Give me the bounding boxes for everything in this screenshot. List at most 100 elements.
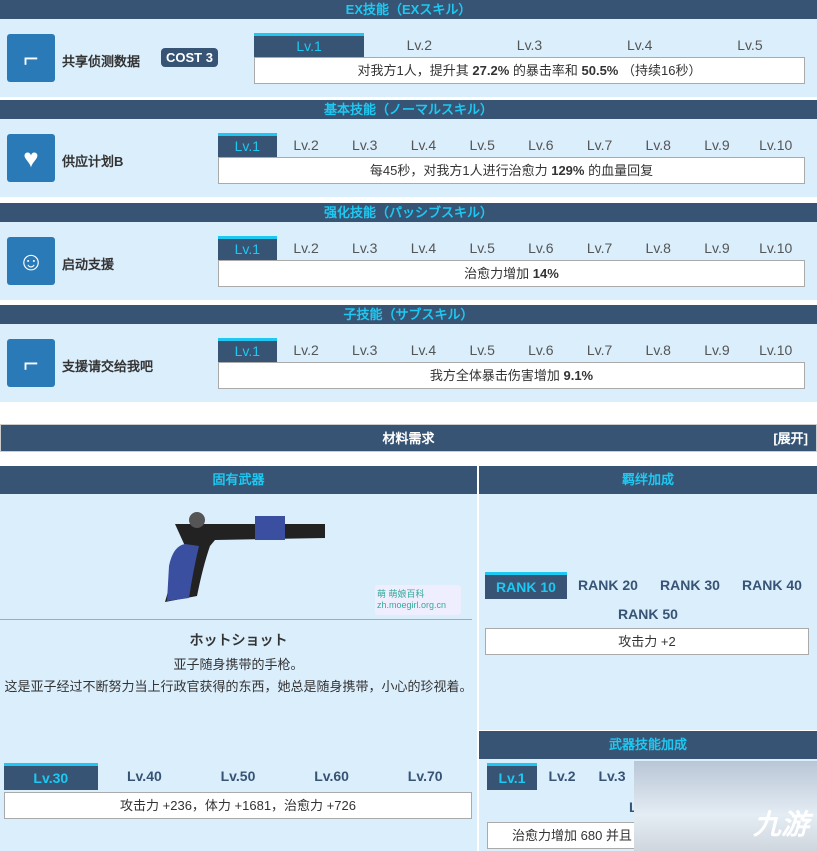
level-tab[interactable]: Lv.70 [378,763,472,790]
level-tab[interactable]: Lv.7 [570,338,629,362]
materials-toggle[interactable]: [展开] [773,425,808,453]
level-tab[interactable]: Lv.3 [335,236,394,260]
weapon-panel: 萌 萌娘百科 zh.moegirl.org.cn ホットショット 亚子随身携带的… [0,494,477,851]
level-tab[interactable]: Lv.8 [629,133,688,157]
level-tab[interactable]: Lv.1 [218,133,277,157]
skill-description: 治愈力增加 14% [218,260,805,287]
skill-value: 27.2% [472,63,510,78]
level-tab[interactable]: Lv.2 [277,338,336,362]
level-tab[interactable]: Lv.8 [629,338,688,362]
level-tab[interactable]: Lv.10 [746,338,805,362]
level-tab[interactable]: Lv.4 [394,133,453,157]
level-tab[interactable]: Lv.1 [487,763,537,790]
skill-text: 的血量回复 [584,163,654,178]
weapon-stats: 攻击力 +236，体力 +1681，治愈力 +726 [4,792,472,819]
skill-section-header: 强化技能（パッシブスキル） [0,203,817,222]
level-tab[interactable]: Lv.9 [688,236,747,260]
skill-row: ☺ 启动支援 Lv.1 Lv.2 Lv.3 Lv.4 Lv.5 Lv.6 Lv.7 Lv.8 Lv.… [0,222,817,300]
level-tab[interactable]: Lv.3 [474,33,584,57]
skill-row: ⌐ 共享侦测数据 COST 3 Lv.1 Lv.2 Lv.3 Lv.4 Lv.5 对我方1人，提… [0,19,817,97]
level-tab[interactable]: Lv.30 [4,763,98,790]
level-tab[interactable]: Lv.10 [746,133,805,157]
level-tab[interactable]: Lv.2 [537,763,587,790]
moegirl-watermark: 萌 萌娘百科 zh.moegirl.org.cn [375,585,461,615]
level-tab[interactable]: Lv.4 [585,33,695,57]
materials-title: 材料需求 [382,431,435,446]
bond-header: 羁绊加成 [479,466,817,494]
skill-text: 我方全体暴击伤害增加 [429,368,564,383]
support-person-icon: ☺ [7,237,55,285]
level-tabs: Lv.1 Lv.2 Lv.3 Lv.4 Lv.5 Lv.6 Lv.7 Lv.8 Lv.9 Lv.1… [218,236,805,260]
level-tab[interactable]: Lv.3 [335,133,394,157]
level-tab[interactable]: Lv.9 [688,338,747,362]
skill-text: （持续16秒） [618,63,702,78]
weapon-level-tabs: Lv.30 Lv.40 Lv.50 Lv.60 Lv.70 [4,763,472,790]
skill-section-header: 基本技能（ノーマルスキル） [0,100,817,119]
level-tab[interactable]: Lv.4 [394,338,453,362]
pistol-buff-icon: ⌐ [7,34,55,82]
level-tab[interactable]: Lv.10 [746,236,805,260]
level-tab[interactable]: Lv.1 [218,236,277,260]
skill-description: 每45秒，对我方1人进行治愈力 129% 的血量回复 [218,157,805,184]
skill-text: 的暴击率和 [509,63,582,78]
level-tab[interactable]: Lv.2 [277,133,336,157]
level-tabs: Lv.1 Lv.2 Lv.3 Lv.4 Lv.5 [254,33,805,57]
level-tab[interactable]: Lv.6 [512,236,571,260]
level-tab[interactable]: RANK 30 [649,572,731,599]
level-tab[interactable]: RANK 20 [567,572,649,599]
level-tab[interactable]: Lv.3 [587,763,637,790]
level-tab[interactable]: Lv.1 [254,33,365,57]
skill-value: 9.1% [563,368,594,383]
skill-description: 我方全体暴击伤害增加 9.1% [218,362,805,389]
skill-row: ♥ 供应计划B Lv.1 Lv.2 Lv.3 Lv.4 Lv.5 Lv.6 Lv.7 Lv.8 Lv… [0,119,817,197]
level-tab[interactable]: Lv.50 [191,763,285,790]
skill-text: 每45秒，对我方1人进行治愈力 [369,163,552,178]
heart-heal-icon: ♥ [7,134,55,182]
skill-section-header: EX技能（EXスキル） [0,0,817,19]
level-tab[interactable]: Lv.40 [98,763,192,790]
level-tab[interactable]: Lv.9 [688,133,747,157]
level-tabs: Lv.1 Lv.2 Lv.3 Lv.4 Lv.5 Lv.6 Lv.7 Lv.8 Lv.9 Lv.1… [218,338,805,362]
weapon-desc-2: 这是亚子经过不断努力当上行政官获得的东西，她总是随身携带，小心的珍视着。 [4,679,473,694]
level-tab[interactable]: Lv.6 [512,133,571,157]
materials-bar: 材料需求 [展开] [0,424,817,452]
bond-panel: RANK 10 RANK 20 RANK 30 RANK 40 RANK 50 攻击力… [479,494,817,730]
level-tab[interactable]: Lv.2 [277,236,336,260]
level-tab[interactable]: Lv.60 [285,763,379,790]
weapon-desc-1: 亚子随身携带的手枪。 [173,657,304,672]
weapon-name: ホットショット [189,632,288,648]
level-tab[interactable]: Lv.5 [453,338,512,362]
level-tab[interactable]: RANK 10 [485,572,567,599]
pistol-buff-icon: ⌐ [7,339,55,387]
site-watermark: 九游 [634,761,817,851]
skill-name: 供应计划B [62,154,124,169]
weapon-skill-header: 武器技能加成 [479,731,817,759]
skill-name: 启动支援 [62,257,115,272]
skill-text: 对我方1人，提升其 [357,63,473,78]
rank-tab[interactable]: RANK 50 [479,606,817,622]
level-tab[interactable]: Lv.5 [695,33,805,57]
level-tab[interactable]: Lv.5 [453,133,512,157]
level-tab[interactable]: Lv.3 [335,338,394,362]
skill-description: 对我方1人，提升其 27.2% 的暴击率和 50.5% （持续16秒） [254,57,805,84]
skill-value: 14% [532,266,559,281]
level-tab[interactable]: Lv.6 [512,338,571,362]
rank-tabs: RANK 10 RANK 20 RANK 30 RANK 40 [485,572,813,599]
skill-text: 治愈力增加 [464,266,533,281]
skill-section-header: 子技能（サブスキル） [0,305,817,324]
level-tab[interactable]: Lv.7 [570,133,629,157]
cost-badge: COST 3 [161,48,218,67]
weapon-header: 固有武器 [0,466,477,494]
level-tab[interactable]: Lv.2 [364,33,474,57]
skill-row: ⌐ 支援请交给我吧 Lv.1 Lv.2 Lv.3 Lv.4 Lv.5 Lv.6 Lv.7 Lv.8… [0,324,817,402]
level-tab[interactable]: Lv.1 [218,338,277,362]
skill-name: 支援请交给我吧 [62,359,154,374]
weapon-skill-panel: Lv.1Lv.2Lv.3Lv.4 L 治愈力增加 680 并且 九游 [479,759,817,851]
level-tab[interactable]: Lv.4 [394,236,453,260]
skill-value: 50.5% [581,63,619,78]
level-tab[interactable]: Lv.5 [453,236,512,260]
pistol-image [165,512,325,602]
level-tab[interactable]: Lv.7 [570,236,629,260]
level-tab[interactable]: RANK 40 [731,572,813,599]
level-tab[interactable]: Lv.8 [629,236,688,260]
